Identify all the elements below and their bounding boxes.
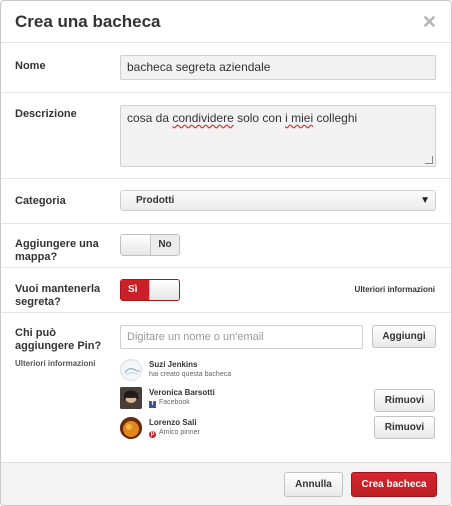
dialog-title: Crea una bacheca bbox=[15, 11, 161, 31]
category-selected: Prodotti bbox=[136, 195, 175, 206]
collaborators-more-info-link[interactable]: Ulteriori informazioni bbox=[15, 357, 115, 370]
description-text: solo con bbox=[233, 111, 286, 125]
avatar bbox=[120, 359, 142, 381]
collaborator-meta-row: f Facebook bbox=[149, 399, 190, 408]
collaborator-item: Lorenzo Sali p Amico pinner bbox=[120, 417, 320, 443]
close-icon[interactable]: ✕ bbox=[422, 13, 437, 31]
pinterest-icon: p bbox=[149, 431, 156, 438]
remove-collaborator-button[interactable]: Rimuovi bbox=[374, 389, 435, 412]
create-board-button[interactable]: Crea bacheca bbox=[351, 472, 437, 497]
collaborator-name: Lorenzo Sali bbox=[149, 418, 197, 427]
toggle-knob bbox=[149, 280, 179, 300]
secret-toggle-label: Sì bbox=[121, 280, 149, 300]
map-toggle-label: No bbox=[151, 235, 179, 255]
collaborator-name: Suzi Jenkins bbox=[149, 360, 198, 369]
resize-handle-icon[interactable] bbox=[425, 156, 433, 164]
toggle-knob bbox=[121, 235, 151, 255]
dropdown-arrow-icon: ▼ bbox=[420, 195, 430, 206]
category-row: Categoria Prodotti ▼ bbox=[1, 179, 451, 224]
category-select[interactable]: Prodotti ▼ bbox=[120, 190, 436, 211]
collaborators-label-text: Chi può aggiungere Pin? bbox=[15, 327, 102, 352]
remove-collaborator-button[interactable]: Rimuovi bbox=[374, 416, 435, 439]
collaborator-meta: Facebook bbox=[159, 399, 190, 406]
collaborators-row: Chi può aggiungere Pin? Ulteriori inform… bbox=[1, 313, 451, 465]
secret-toggle[interactable]: Sì bbox=[120, 279, 180, 301]
dialog-header: Crea una bacheca ✕ bbox=[1, 1, 451, 43]
map-toggle[interactable]: No bbox=[120, 234, 180, 256]
description-text: condividere bbox=[172, 111, 234, 125]
name-input[interactable]: bacheca segreta aziendale bbox=[120, 55, 436, 80]
user-placeholder-icon bbox=[122, 361, 141, 380]
secret-row: Vuoi mantenerla segreta? Sì Ulteriori in… bbox=[1, 268, 451, 313]
description-row: Descrizione cosa da condividere solo con… bbox=[1, 93, 451, 179]
avatar bbox=[120, 417, 142, 439]
create-board-dialog: Crea una bacheca ✕ Nome bacheca segreta … bbox=[0, 0, 452, 506]
map-row: Aggiungere una mappa? No bbox=[1, 224, 451, 268]
name-row: Nome bacheca segreta aziendale bbox=[1, 43, 451, 93]
facebook-icon: f bbox=[149, 401, 156, 408]
dialog-footer: Annulla Crea bacheca bbox=[1, 462, 451, 505]
collaborator-item: Veronica Barsotti f Facebook bbox=[120, 387, 320, 413]
collaborator-meta: Amico pinner bbox=[159, 429, 200, 436]
description-textarea[interactable]: cosa da condividere solo con i miei coll… bbox=[120, 105, 436, 167]
collaborator-item: Suzi Jenkins hai creato questa bacheca bbox=[120, 359, 320, 385]
invite-input[interactable]: Digitare un nome o un'email bbox=[120, 325, 363, 349]
description-text: i miei bbox=[285, 111, 314, 125]
description-text: cosa da bbox=[127, 111, 173, 125]
add-collaborator-button[interactable]: Aggiungi bbox=[372, 325, 436, 348]
category-label: Categoria bbox=[15, 195, 66, 207]
description-text: colleghi bbox=[313, 111, 358, 125]
avatar bbox=[120, 387, 142, 409]
cancel-button[interactable]: Annulla bbox=[284, 472, 343, 497]
collaborators-label: Chi può aggiungere Pin? Ulteriori inform… bbox=[15, 327, 115, 370]
secret-label: Vuoi mantenerla segreta? bbox=[15, 283, 101, 308]
collaborator-meta-row: p Amico pinner bbox=[149, 429, 200, 438]
description-label: Descrizione bbox=[15, 108, 77, 120]
secret-more-info-link[interactable]: Ulteriori informazioni bbox=[355, 285, 435, 294]
collaborator-name: Veronica Barsotti bbox=[149, 388, 215, 397]
name-label: Nome bbox=[15, 60, 46, 72]
collaborator-meta: hai creato questa bacheca bbox=[149, 371, 232, 378]
map-label: Aggiungere una mappa? bbox=[15, 238, 99, 263]
